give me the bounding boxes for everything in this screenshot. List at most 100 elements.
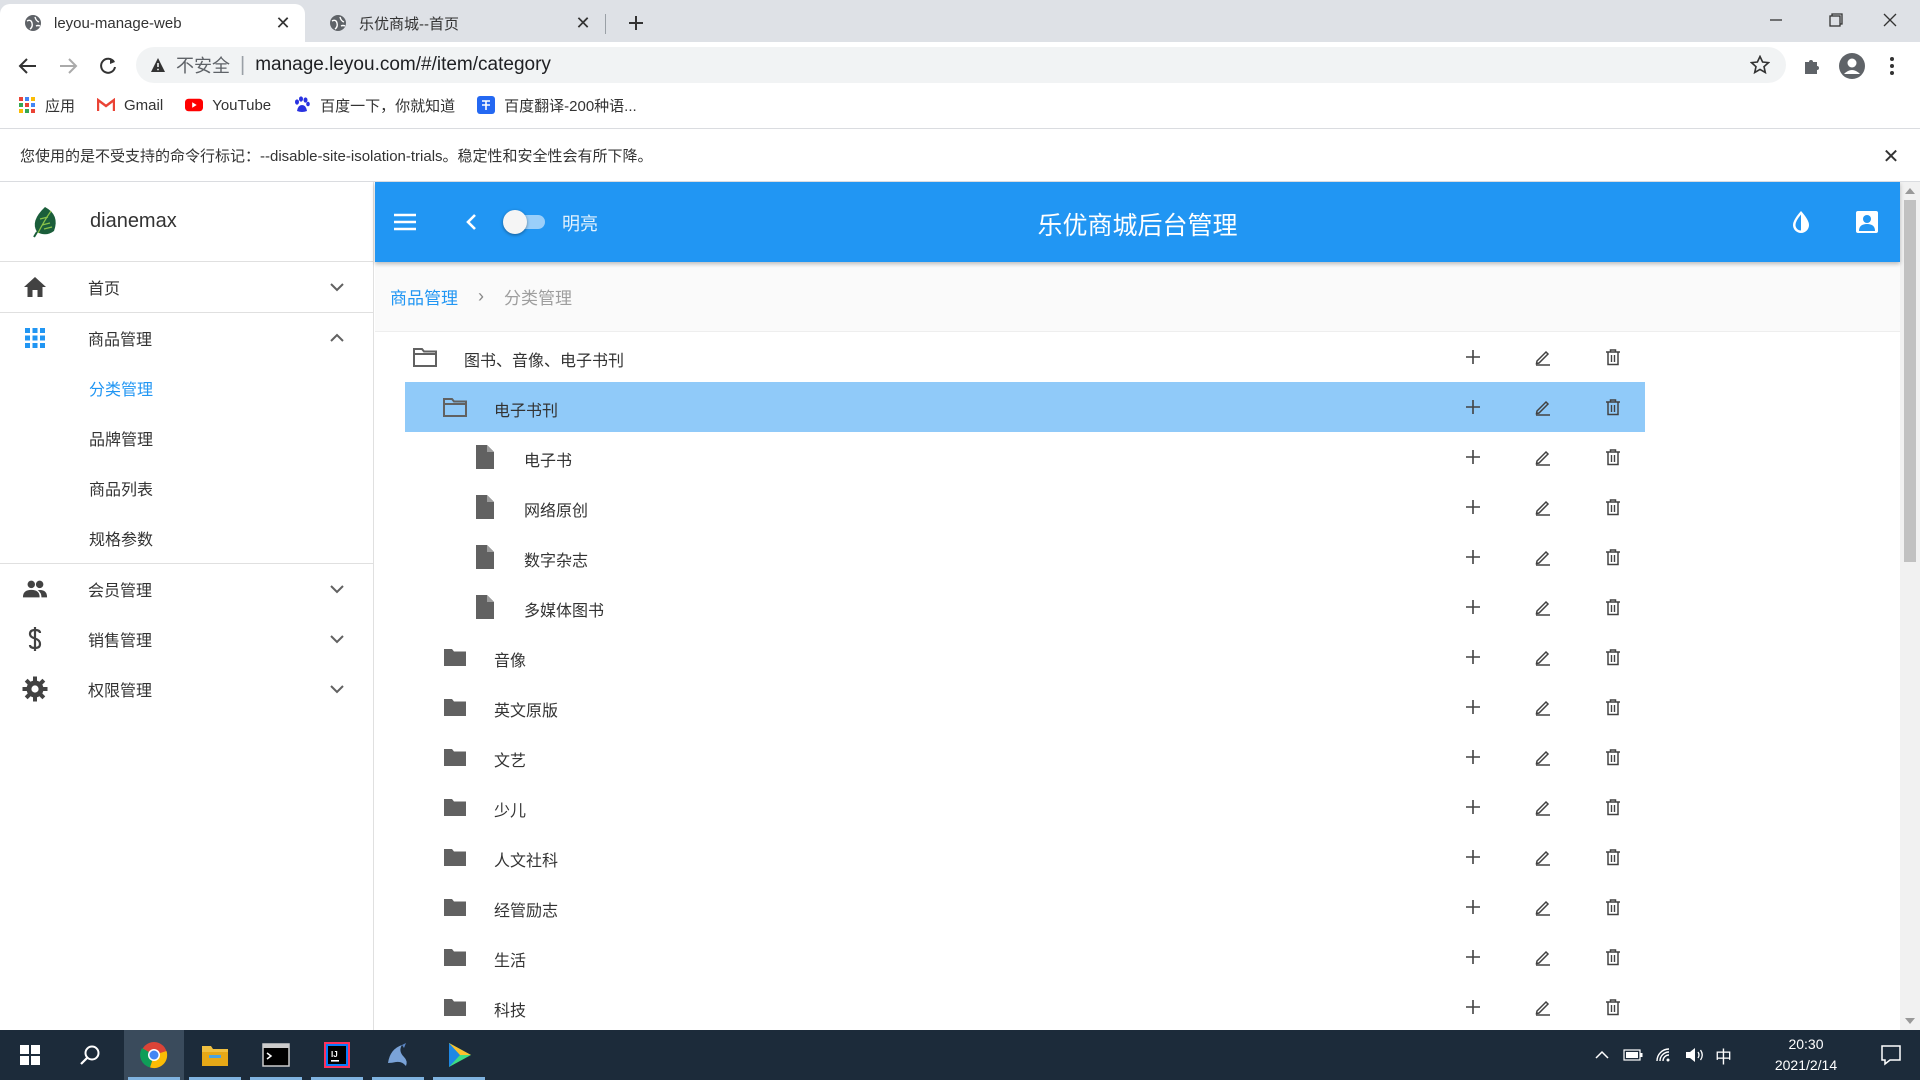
tray-chevron-up-icon[interactable] [1595, 1050, 1609, 1060]
tree-node-label[interactable]: 音像 [494, 647, 526, 671]
forward-arrow-icon[interactable] [52, 50, 84, 82]
add-icon[interactable] [1461, 695, 1485, 719]
notification-center-icon[interactable] [1880, 1044, 1902, 1066]
sidebar-item-members[interactable]: 会员管理 [0, 564, 373, 614]
tab-leyou-manage-web[interactable]: leyou-manage-web ✕ [0, 4, 305, 42]
profile-avatar-icon[interactable] [1836, 50, 1868, 82]
delete-trash-icon[interactable] [1601, 445, 1625, 469]
scroll-up-arrow-icon[interactable] [1905, 188, 1915, 194]
bookmark-baidu-translate[interactable]: 百度翻译-200种语... [477, 95, 637, 116]
tree-node-label[interactable]: 网络原创 [524, 497, 588, 521]
delete-trash-icon[interactable] [1601, 395, 1625, 419]
url-text[interactable]: manage.leyou.com/#/item/category [255, 54, 551, 76]
tree-node[interactable]: 音像 [375, 632, 1625, 682]
edit-pencil-icon[interactable] [1531, 945, 1555, 969]
extensions-puzzle-icon[interactable] [1796, 50, 1828, 82]
tab-close-icon[interactable]: ✕ [273, 13, 293, 33]
add-icon[interactable] [1461, 445, 1485, 469]
page-scrollbar[interactable] [1900, 182, 1920, 1030]
add-icon[interactable] [1461, 895, 1485, 919]
windows-start-icon[interactable] [0, 1030, 60, 1080]
add-icon[interactable] [1461, 845, 1485, 869]
sidebar-item-goods[interactable]: 商品管理 [0, 313, 373, 363]
wifi-icon[interactable] [1655, 1047, 1675, 1063]
sidebar-subitem-goods-list[interactable]: 商品列表 [0, 463, 373, 513]
delete-trash-icon[interactable] [1601, 345, 1625, 369]
add-icon[interactable] [1461, 645, 1485, 669]
edit-pencil-icon[interactable] [1531, 895, 1555, 919]
delete-trash-icon[interactable] [1601, 495, 1625, 519]
add-icon[interactable] [1461, 995, 1485, 1019]
minimize-icon[interactable] [1746, 0, 1806, 40]
file-icon[interactable] [474, 594, 500, 620]
tree-node-label[interactable]: 经管励志 [494, 897, 558, 921]
bookmark-youtube[interactable]: YouTube [185, 96, 271, 114]
media-player-icon[interactable] [429, 1030, 489, 1080]
folder-icon[interactable] [442, 794, 468, 820]
terminal-icon[interactable] [246, 1030, 306, 1080]
account-box-icon[interactable] [1853, 208, 1881, 236]
file-icon[interactable] [474, 444, 500, 470]
tree-node[interactable]: 网络原创 [375, 482, 1625, 532]
delete-trash-icon[interactable] [1601, 695, 1625, 719]
window-close-icon[interactable] [1860, 0, 1920, 40]
reload-icon[interactable] [92, 50, 124, 82]
battery-icon[interactable] [1623, 1049, 1643, 1061]
tree-node[interactable]: 多媒体图书 [375, 582, 1625, 632]
folder-icon[interactable] [442, 844, 468, 870]
tree-node-label[interactable]: 文艺 [494, 747, 526, 771]
edit-pencil-icon[interactable] [1531, 545, 1555, 569]
delete-trash-icon[interactable] [1601, 545, 1625, 569]
tree-node-label[interactable]: 人文社科 [494, 847, 558, 871]
tree-node-label[interactable]: 科技 [494, 997, 526, 1021]
sidebar-item-permissions[interactable]: 权限管理 [0, 664, 373, 714]
folder-open-icon[interactable] [412, 344, 438, 370]
chevron-up-icon[interactable] [325, 326, 349, 350]
scroll-down-arrow-icon[interactable] [1905, 1018, 1915, 1024]
edit-pencil-icon[interactable] [1531, 695, 1555, 719]
add-icon[interactable] [1461, 345, 1485, 369]
edit-pencil-icon[interactable] [1531, 595, 1555, 619]
delete-trash-icon[interactable] [1601, 995, 1625, 1019]
edit-pencil-icon[interactable] [1531, 345, 1555, 369]
tree-node[interactable]: 科技 [375, 982, 1625, 1030]
search-icon[interactable] [60, 1030, 120, 1080]
delete-trash-icon[interactable] [1601, 595, 1625, 619]
file-icon[interactable] [474, 494, 500, 520]
tree-node[interactable]: 图书、音像、电子书刊 [375, 332, 1625, 382]
folder-icon[interactable] [442, 894, 468, 920]
volume-icon[interactable] [1685, 1047, 1705, 1063]
folder-icon[interactable] [442, 744, 468, 770]
tree-node-label[interactable]: 图书、音像、电子书刊 [464, 347, 624, 371]
delete-trash-icon[interactable] [1601, 645, 1625, 669]
sidebar-subitem-category[interactable]: 分类管理 [0, 363, 373, 413]
folder-icon[interactable] [442, 994, 468, 1020]
sidebar-item-home[interactable]: 首页 [0, 262, 373, 312]
bookmark-gmail[interactable]: Gmail [97, 96, 163, 114]
bookmark-star-icon[interactable] [1750, 55, 1770, 75]
add-icon[interactable] [1461, 545, 1485, 569]
edit-pencil-icon[interactable] [1531, 845, 1555, 869]
sidebar-user[interactable]: dianemax [0, 182, 373, 262]
add-icon[interactable] [1461, 595, 1485, 619]
invert-colors-drop-icon[interactable] [1787, 208, 1815, 236]
tree-node-label[interactable]: 多媒体图书 [524, 597, 604, 621]
add-icon[interactable] [1461, 395, 1485, 419]
edit-pencil-icon[interactable] [1531, 745, 1555, 769]
delete-trash-icon[interactable] [1601, 795, 1625, 819]
tree-node[interactable]: 电子书 [375, 432, 1625, 482]
add-icon[interactable] [1461, 795, 1485, 819]
tree-node-label[interactable]: 数字杂志 [524, 547, 588, 571]
bookmark-baidu[interactable]: 百度一下，你就知道 [293, 95, 455, 116]
folder-icon[interactable] [442, 644, 468, 670]
tree-node[interactable]: 数字杂志 [375, 532, 1625, 582]
edit-pencil-icon[interactable] [1531, 495, 1555, 519]
add-icon[interactable] [1461, 745, 1485, 769]
tree-node-label[interactable]: 电子书刊 [494, 397, 558, 421]
system-clock[interactable]: 20:30 2021/2/14 [1756, 1034, 1856, 1076]
delete-trash-icon[interactable] [1601, 895, 1625, 919]
chevron-down-icon[interactable] [325, 577, 349, 601]
delete-trash-icon[interactable] [1601, 845, 1625, 869]
tree-node-label[interactable]: 少儿 [494, 797, 526, 821]
sidebar-subitem-brand[interactable]: 品牌管理 [0, 413, 373, 463]
